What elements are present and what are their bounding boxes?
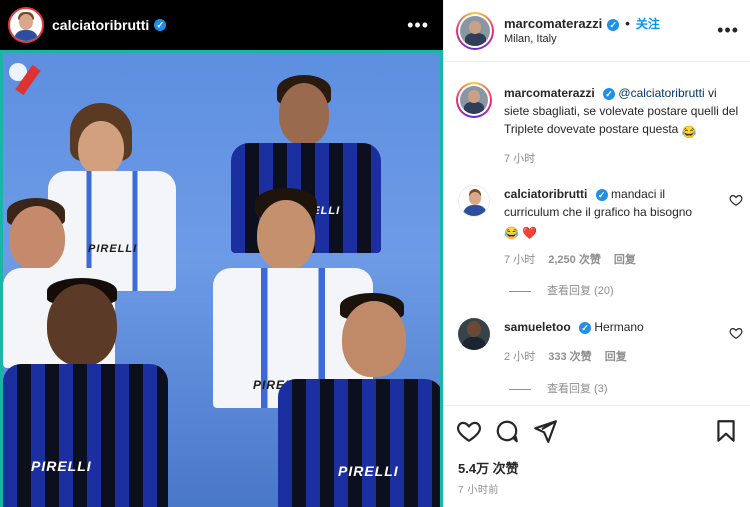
reply-button[interactable]: 回复 xyxy=(605,351,627,363)
like-comment-heart-icon[interactable] xyxy=(729,193,743,207)
comment-meta: 2 小时 333 次赞 回复 xyxy=(504,348,637,364)
view-replies-label: 查看回复 (20) xyxy=(547,285,614,297)
caption-meta: 7 小时 xyxy=(504,150,545,166)
view-replies-label: 查看回复 (3) xyxy=(547,383,608,395)
player-figure: PIRELLI xyxy=(3,278,173,507)
post-view: calciatoribrutti ✓ ••• PIRELLI PIRELLI P… xyxy=(0,0,750,507)
comment-emojis: 😂 ❤️ xyxy=(504,226,538,240)
comment-time[interactable]: 7 小时 xyxy=(504,254,535,266)
verified-icon: ✓ xyxy=(603,87,616,100)
caption-avatar[interactable] xyxy=(456,82,492,118)
separator-dot: • xyxy=(625,16,630,31)
post-photo[interactable]: PIRELLI PIRELLI PIRELLI PIRELLI xyxy=(0,50,443,507)
verified-icon: ✓ xyxy=(579,321,592,334)
comment-time[interactable]: 2 小时 xyxy=(504,351,535,363)
post-actions-bar: 5.4万 次赞 7 小时前 xyxy=(444,405,750,507)
view-replies-button[interactable]: 查看回复 (3) xyxy=(509,380,608,396)
verified-icon: ✓ xyxy=(607,18,620,31)
more-options-icon[interactable]: ••• xyxy=(407,15,435,36)
comment-likes[interactable]: 333 次赞 xyxy=(548,351,591,363)
reply-button[interactable]: 回复 xyxy=(614,254,636,266)
author-avatar[interactable] xyxy=(456,12,494,50)
post-likes-count[interactable]: 5.4万 次赞 xyxy=(458,458,519,477)
media-header: calciatoribrutti ✓ ••• xyxy=(0,0,443,50)
view-replies-button[interactable]: 查看回复 (20) xyxy=(509,282,614,298)
share-icon[interactable] xyxy=(532,418,558,444)
player-figure: PIRELLI xyxy=(278,293,440,507)
laugh-emoji-icon: 😂 xyxy=(681,125,697,139)
commenter-avatar[interactable] xyxy=(458,318,490,350)
caption-mention[interactable]: @calciatoribrutti xyxy=(618,86,704,100)
post-timestamp[interactable]: 7 小时前 xyxy=(458,481,499,496)
comment-text-block: samueletoo ✓ Hermano xyxy=(504,318,721,336)
comment-username[interactable]: calciatoribrutti xyxy=(504,187,587,201)
author-username[interactable]: calciatoribrutti xyxy=(52,17,149,33)
verified-icon: ✓ xyxy=(595,188,608,201)
comment-likes[interactable]: 2,250 次赞 xyxy=(548,254,601,266)
caption-username[interactable]: marcomaterazzi xyxy=(504,86,595,100)
header-user-row: marcomaterazzi ✓ • 关注 xyxy=(504,15,660,32)
comment-text: Hermano xyxy=(594,320,644,334)
more-options-icon[interactable]: ••• xyxy=(717,20,739,41)
follow-button[interactable]: 关注 xyxy=(636,17,660,31)
comment-icon[interactable] xyxy=(494,418,520,444)
comment-meta: 7 小时 2,250 次赞 回复 xyxy=(504,251,646,267)
post-media-panel: calciatoribrutti ✓ ••• PIRELLI PIRELLI P… xyxy=(0,0,443,507)
comment-username[interactable]: samueletoo xyxy=(504,320,571,334)
caption-text-block: marcomaterazzi ✓ @calciatoribrutti vi si… xyxy=(504,84,739,141)
verified-icon: ✓ xyxy=(154,19,167,31)
shirt-sponsor: PIRELLI xyxy=(338,463,399,479)
like-heart-icon[interactable] xyxy=(456,418,482,444)
author-avatar[interactable] xyxy=(8,7,44,43)
like-comment-heart-icon[interactable] xyxy=(729,326,743,340)
post-header: marcomaterazzi ✓ • 关注 Milan, Italy ••• xyxy=(444,0,750,62)
caption-time[interactable]: 7 小时 xyxy=(504,153,535,165)
location-link[interactable]: Milan, Italy xyxy=(504,33,557,45)
bookmark-icon[interactable] xyxy=(713,418,739,444)
shirt-sponsor: PIRELLI xyxy=(31,458,92,474)
comments-panel: marcomaterazzi ✓ • 关注 Milan, Italy ••• marc… xyxy=(443,0,750,507)
comment-text-block: calciatoribrutti ✓ mandaci il curriculum… xyxy=(504,185,721,242)
badge-logo xyxy=(7,59,41,96)
commenter-avatar[interactable] xyxy=(458,185,490,217)
header-username[interactable]: marcomaterazzi xyxy=(504,16,602,31)
